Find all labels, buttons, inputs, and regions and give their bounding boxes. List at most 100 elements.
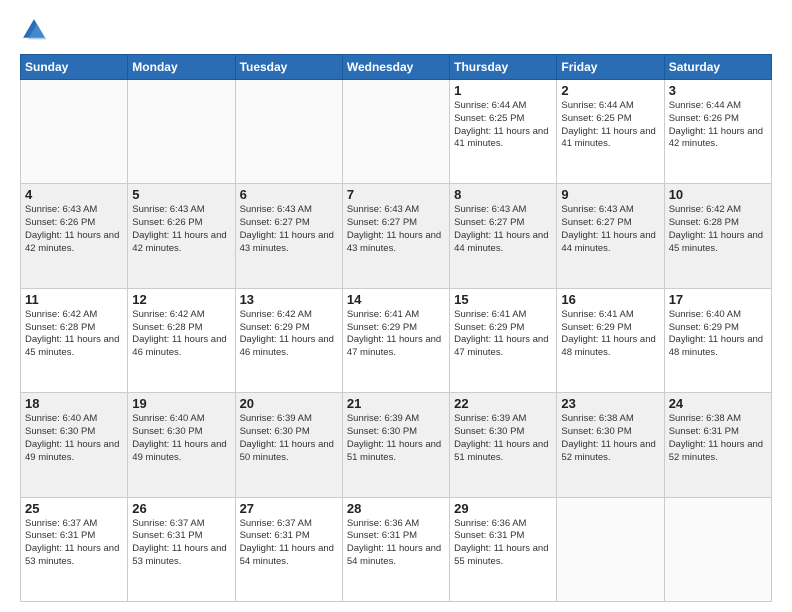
day-number: 13 xyxy=(240,292,338,307)
calendar-cell xyxy=(235,80,342,184)
calendar-cell: 8Sunrise: 6:43 AM Sunset: 6:27 PM Daylig… xyxy=(450,184,557,288)
calendar-cell xyxy=(664,497,771,601)
day-number: 20 xyxy=(240,396,338,411)
day-number: 28 xyxy=(347,501,445,516)
day-info: Sunrise: 6:44 AM Sunset: 6:25 PM Dayligh… xyxy=(561,100,659,151)
day-number: 16 xyxy=(561,292,659,307)
calendar-cell xyxy=(128,80,235,184)
day-info: Sunrise: 6:42 AM Sunset: 6:28 PM Dayligh… xyxy=(669,204,767,255)
weekday-header-tuesday: Tuesday xyxy=(235,55,342,80)
calendar-cell: 23 Sunrise: 6:38 AM Sunset: 6:30 PM Dayli… xyxy=(557,393,664,497)
day-number: 26 xyxy=(132,501,230,516)
day-info: Sunrise: 6:40 AM Sunset: 6:30 PM Dayligh… xyxy=(25,413,123,464)
day-number: 27 xyxy=(240,501,338,516)
weekday-header-thursday: Thursday xyxy=(450,55,557,80)
calendar-cell: 20 Sunrise: 6:39 AM Sunset: 6:30 PM Dayli… xyxy=(235,393,342,497)
calendar-cell: 16 Sunrise: 6:41 AM Sunset: 6:29 PM Dayli… xyxy=(557,288,664,392)
page: SundayMondayTuesdayWednesdayThursdayFrid… xyxy=(0,0,792,612)
weekday-header-saturday: Saturday xyxy=(664,55,771,80)
calendar-week-3: 11 Sunrise: 6:42 AM Sunset: 6:28 PM Dayli… xyxy=(21,288,772,392)
day-info: Sunrise: 6:40 AM Sunset: 6:29 PM Dayligh… xyxy=(669,309,767,360)
calendar-cell: 1 Sunrise: 6:44 AM Sunset: 6:25 PM Daylig… xyxy=(450,80,557,184)
calendar-cell: 19 Sunrise: 6:40 AM Sunset: 6:30 PM Dayli… xyxy=(128,393,235,497)
calendar-cell: 24Sunrise: 6:38 AM Sunset: 6:31 PM Dayli… xyxy=(664,393,771,497)
day-number: 14 xyxy=(347,292,445,307)
calendar-cell: 25Sunrise: 6:37 AM Sunset: 6:31 PM Dayli… xyxy=(21,497,128,601)
day-number: 9 xyxy=(561,187,659,202)
day-number: 11 xyxy=(25,292,123,307)
calendar-cell: 12 Sunrise: 6:42 AM Sunset: 6:28 PM Dayli… xyxy=(128,288,235,392)
weekday-header-monday: Monday xyxy=(128,55,235,80)
day-info: Sunrise: 6:40 AM Sunset: 6:30 PM Dayligh… xyxy=(132,413,230,464)
calendar-cell: 28 Sunrise: 6:36 AM Sunset: 6:31 PM Dayli… xyxy=(342,497,449,601)
header xyxy=(20,16,772,44)
calendar-cell: 7 Sunrise: 6:43 AM Sunset: 6:27 PM Daylig… xyxy=(342,184,449,288)
day-number: 25 xyxy=(25,501,123,516)
calendar-cell xyxy=(557,497,664,601)
calendar-cell: 2 Sunrise: 6:44 AM Sunset: 6:25 PM Daylig… xyxy=(557,80,664,184)
day-info: Sunrise: 6:41 AM Sunset: 6:29 PM Dayligh… xyxy=(454,309,552,360)
calendar-cell: 13 Sunrise: 6:42 AM Sunset: 6:29 PM Dayli… xyxy=(235,288,342,392)
calendar-cell: 29Sunrise: 6:36 AM Sunset: 6:31 PM Dayli… xyxy=(450,497,557,601)
day-info: Sunrise: 6:43 AM Sunset: 6:27 PM Dayligh… xyxy=(454,204,552,255)
calendar-cell: 15 Sunrise: 6:41 AM Sunset: 6:29 PM Dayli… xyxy=(450,288,557,392)
day-info: Sunrise: 6:38 AM Sunset: 6:31 PM Dayligh… xyxy=(669,413,767,464)
day-info: Sunrise: 6:43 AM Sunset: 6:26 PM Dayligh… xyxy=(132,204,230,255)
day-info: Sunrise: 6:43 AM Sunset: 6:27 PM Dayligh… xyxy=(347,204,445,255)
day-number: 17 xyxy=(669,292,767,307)
logo-icon xyxy=(20,16,48,44)
day-number: 2 xyxy=(561,83,659,98)
weekday-header-friday: Friday xyxy=(557,55,664,80)
day-info: Sunrise: 6:44 AM Sunset: 6:25 PM Dayligh… xyxy=(454,100,552,151)
day-info: Sunrise: 6:36 AM Sunset: 6:31 PM Dayligh… xyxy=(347,518,445,569)
day-number: 29 xyxy=(454,501,552,516)
calendar-cell: 14Sunrise: 6:41 AM Sunset: 6:29 PM Dayli… xyxy=(342,288,449,392)
day-info: Sunrise: 6:39 AM Sunset: 6:30 PM Dayligh… xyxy=(454,413,552,464)
calendar-cell: 27 Sunrise: 6:37 AM Sunset: 6:31 PM Dayli… xyxy=(235,497,342,601)
day-info: Sunrise: 6:41 AM Sunset: 6:29 PM Dayligh… xyxy=(561,309,659,360)
day-number: 15 xyxy=(454,292,552,307)
day-info: Sunrise: 6:43 AM Sunset: 6:26 PM Dayligh… xyxy=(25,204,123,255)
weekday-header-wednesday: Wednesday xyxy=(342,55,449,80)
day-number: 7 xyxy=(347,187,445,202)
day-info: Sunrise: 6:37 AM Sunset: 6:31 PM Dayligh… xyxy=(132,518,230,569)
day-number: 21 xyxy=(347,396,445,411)
weekday-header-row: SundayMondayTuesdayWednesdayThursdayFrid… xyxy=(21,55,772,80)
day-info: Sunrise: 6:42 AM Sunset: 6:28 PM Dayligh… xyxy=(25,309,123,360)
calendar-cell: 18 Sunrise: 6:40 AM Sunset: 6:30 PM Dayli… xyxy=(21,393,128,497)
calendar-cell: 6Sunrise: 6:43 AM Sunset: 6:27 PM Daylig… xyxy=(235,184,342,288)
calendar-cell: 4 Sunrise: 6:43 AM Sunset: 6:26 PM Daylig… xyxy=(21,184,128,288)
day-info: Sunrise: 6:42 AM Sunset: 6:29 PM Dayligh… xyxy=(240,309,338,360)
day-number: 23 xyxy=(561,396,659,411)
day-info: Sunrise: 6:42 AM Sunset: 6:28 PM Dayligh… xyxy=(132,309,230,360)
day-number: 3 xyxy=(669,83,767,98)
day-number: 10 xyxy=(669,187,767,202)
calendar-week-5: 25 Sunrise: 6:37 AM Sunset: 6:31 PM Dayli… xyxy=(21,497,772,601)
day-number: 12 xyxy=(132,292,230,307)
calendar-cell: 11 Sunrise: 6:42 AM Sunset: 6:28 PM Dayli… xyxy=(21,288,128,392)
calendar-cell: 26 Sunrise: 6:37 AM Sunset: 6:31 PM Dayli… xyxy=(128,497,235,601)
day-info: Sunrise: 6:39 AM Sunset: 6:30 PM Dayligh… xyxy=(347,413,445,464)
calendar-week-4: 18 Sunrise: 6:40 AM Sunset: 6:30 PM Dayli… xyxy=(21,393,772,497)
calendar-cell: 9 Sunrise: 6:43 AM Sunset: 6:27 PM Daylig… xyxy=(557,184,664,288)
weekday-header-sunday: Sunday xyxy=(21,55,128,80)
calendar-cell: 22 Sunrise: 6:39 AM Sunset: 6:30 PM Dayli… xyxy=(450,393,557,497)
calendar-cell: 10 Sunrise: 6:42 AM Sunset: 6:28 PM Dayli… xyxy=(664,184,771,288)
day-number: 19 xyxy=(132,396,230,411)
calendar-cell xyxy=(21,80,128,184)
day-number: 18 xyxy=(25,396,123,411)
day-number: 4 xyxy=(25,187,123,202)
calendar-cell: 5 Sunrise: 6:43 AM Sunset: 6:26 PM Daylig… xyxy=(128,184,235,288)
calendar-table: SundayMondayTuesdayWednesdayThursdayFrid… xyxy=(20,54,772,602)
day-info: Sunrise: 6:39 AM Sunset: 6:30 PM Dayligh… xyxy=(240,413,338,464)
calendar-cell: 21 Sunrise: 6:39 AM Sunset: 6:30 PM Dayli… xyxy=(342,393,449,497)
logo xyxy=(20,16,52,44)
day-info: Sunrise: 6:44 AM Sunset: 6:26 PM Dayligh… xyxy=(669,100,767,151)
day-number: 5 xyxy=(132,187,230,202)
day-number: 22 xyxy=(454,396,552,411)
calendar-week-1: 1 Sunrise: 6:44 AM Sunset: 6:25 PM Daylig… xyxy=(21,80,772,184)
day-info: Sunrise: 6:37 AM Sunset: 6:31 PM Dayligh… xyxy=(240,518,338,569)
day-info: Sunrise: 6:43 AM Sunset: 6:27 PM Dayligh… xyxy=(561,204,659,255)
day-number: 1 xyxy=(454,83,552,98)
day-info: Sunrise: 6:38 AM Sunset: 6:30 PM Dayligh… xyxy=(561,413,659,464)
